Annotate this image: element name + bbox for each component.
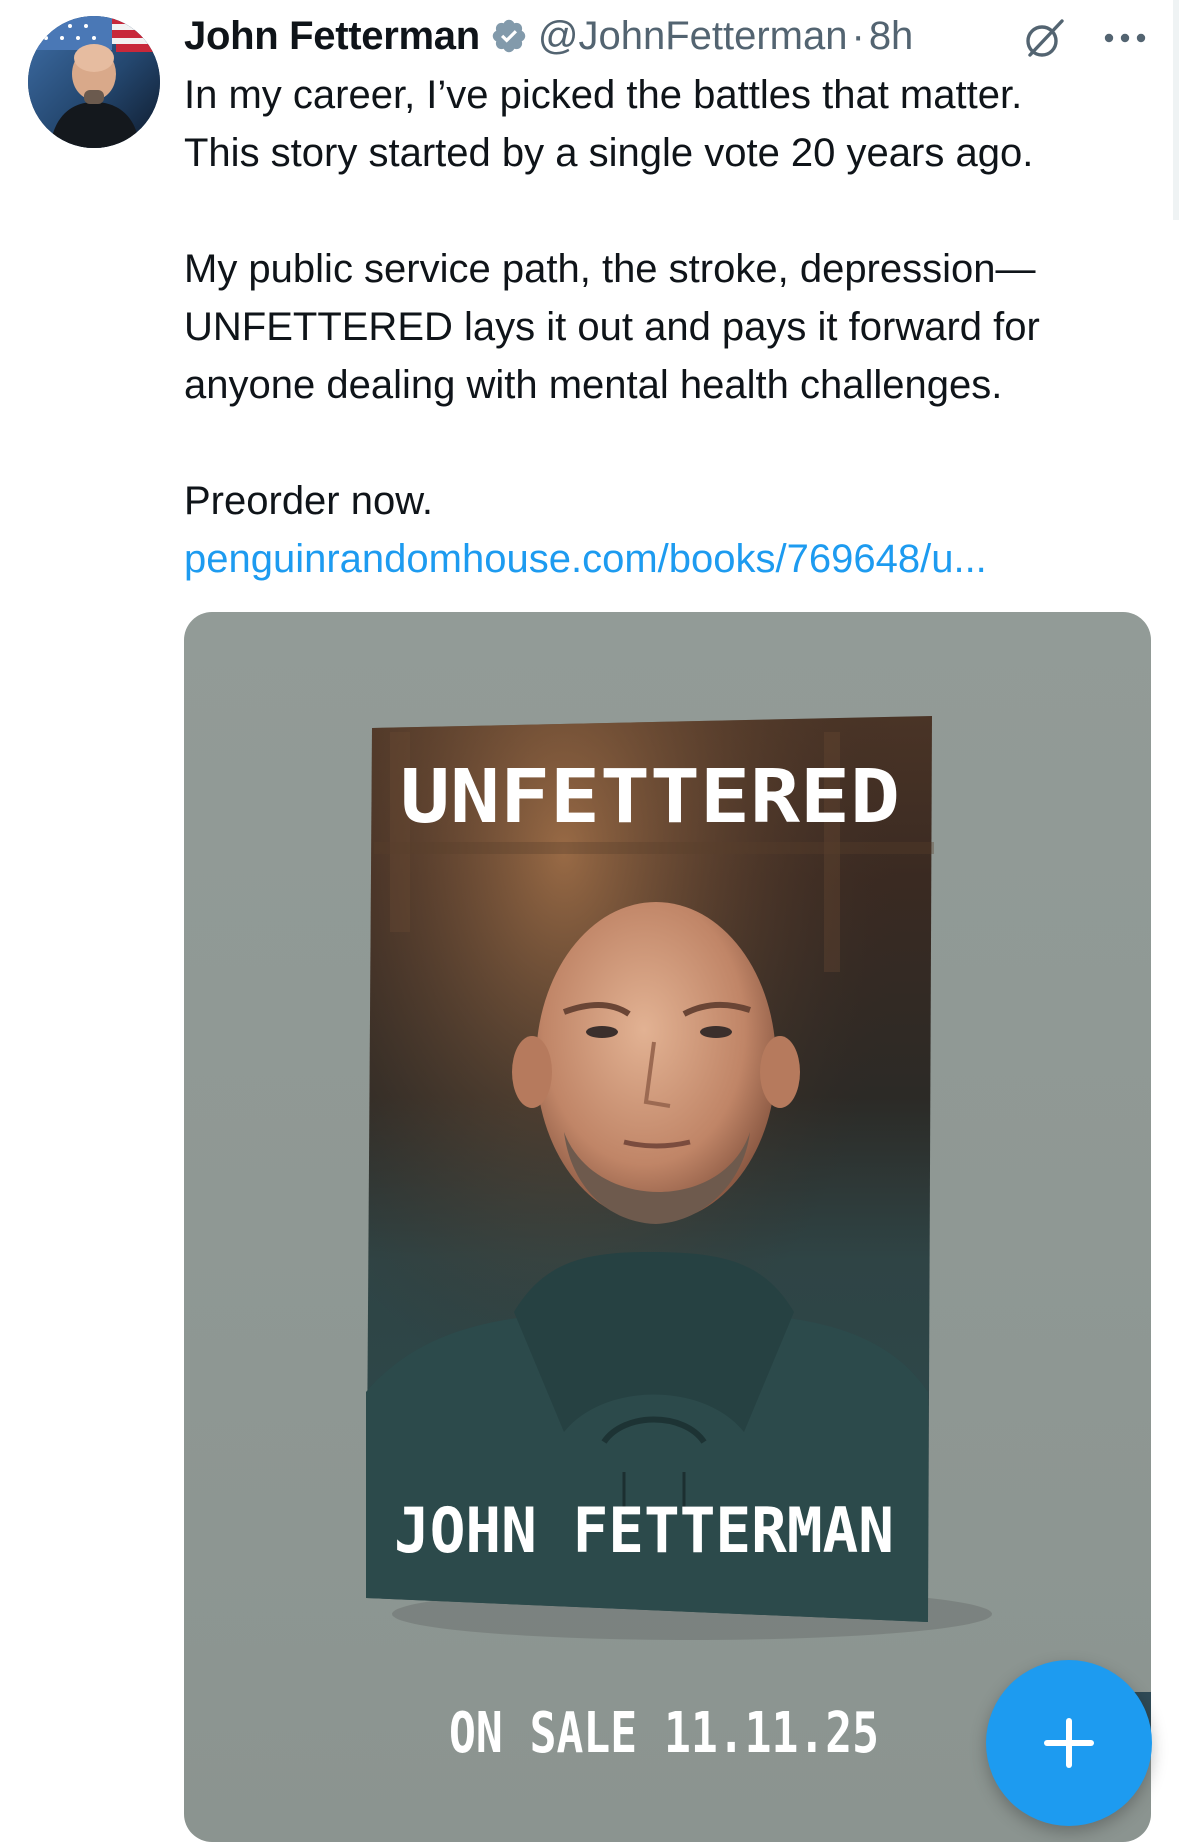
post-header: John Fetterman @JohnFetterman · 8h xyxy=(184,8,913,64)
author-display-name[interactable]: John Fetterman xyxy=(184,14,480,59)
post-text: In my career, I’ve picked the battles th… xyxy=(184,66,1164,588)
book-title: UNFETTERED xyxy=(400,754,900,840)
book-author: JOHN FETTERMAN xyxy=(394,1494,894,1567)
media-image[interactable]: UNFETTERED JOHN FETTERMAN ON SALE 11.11.… xyxy=(184,612,1151,1842)
verified-badge-icon[interactable] xyxy=(490,17,528,55)
more-options-icon[interactable] xyxy=(1102,30,1148,46)
post-text-line: This story started by a single vote 20 y… xyxy=(184,131,1034,175)
post-text-line: UNFETTERED lays it out and pays it forwa… xyxy=(184,305,1040,349)
header-separator: · xyxy=(851,13,865,58)
post-link[interactable]: penguinrandomhouse.com/books/769648/u... xyxy=(184,530,1164,588)
post-text-line: In my career, I’ve picked the battles th… xyxy=(184,73,1023,117)
avatar[interactable] xyxy=(28,16,160,148)
post-text-line: Preorder now. xyxy=(184,479,434,523)
post-timestamp[interactable]: 8h xyxy=(869,14,914,59)
tweet[interactable]: John Fetterman @JohnFetterman · 8h In my… xyxy=(0,0,1179,1842)
scrollbar[interactable] xyxy=(1173,0,1179,220)
compose-plus-icon[interactable] xyxy=(986,1660,1152,1826)
on-sale-text: ON SALE 11.11.25 xyxy=(449,1701,879,1766)
grok-icon[interactable] xyxy=(1021,16,1067,62)
post-text-line: anyone dealing with mental health challe… xyxy=(184,363,1003,407)
author-handle[interactable]: @JohnFetterman xyxy=(538,14,848,59)
post-text-line: My public service path, the stroke, depr… xyxy=(184,247,1036,291)
